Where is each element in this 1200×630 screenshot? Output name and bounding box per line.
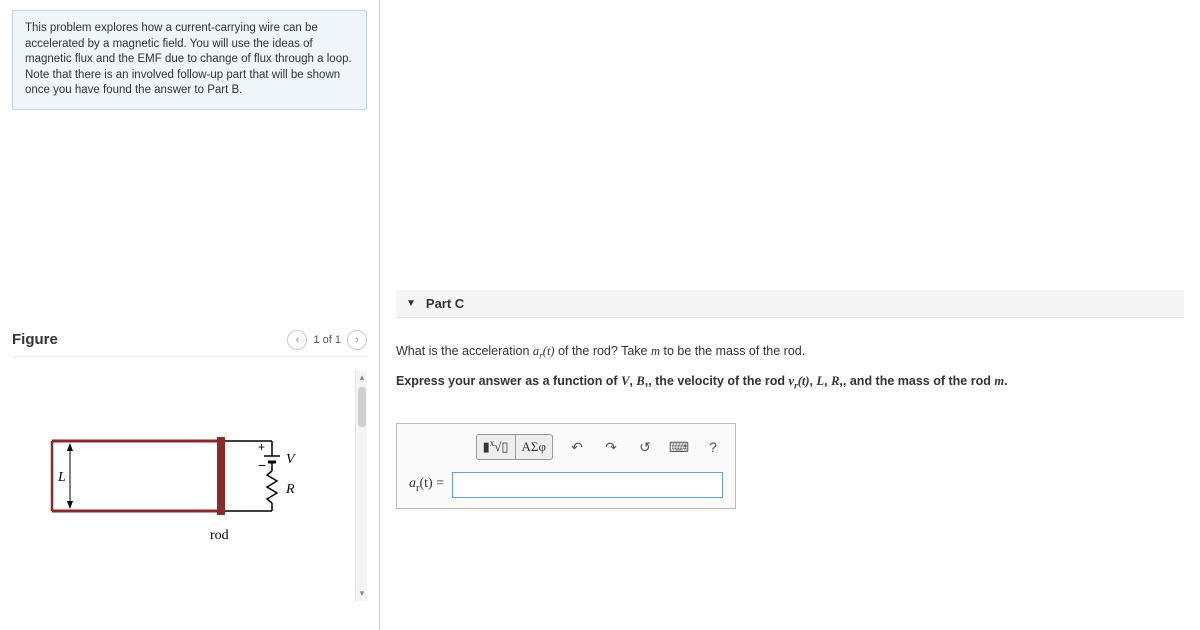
left-pane: This problem explores how a current-carr…	[0, 0, 380, 630]
part-header[interactable]: ▼ Part C	[396, 290, 1184, 318]
scroll-thumb[interactable]	[358, 387, 366, 427]
label-minus: −	[258, 457, 266, 473]
figure-nav: ‹ 1 of 1 ›	[287, 330, 367, 350]
scroll-up-button[interactable]: ▴	[356, 371, 368, 385]
label-rod: rod	[210, 528, 229, 543]
help-button[interactable]: ?	[703, 437, 723, 457]
figure-next-button[interactable]: ›	[347, 330, 367, 350]
question-text: What is the acceleration ar(t) of the ro…	[396, 342, 1184, 364]
figure-counter: 1 of 1	[313, 334, 341, 346]
redo-icon[interactable]: ↷	[601, 437, 621, 457]
label-plus: +	[258, 440, 265, 454]
figure-section: Figure ‹ 1 of 1 ›	[12, 330, 367, 601]
caret-down-icon: ▼	[406, 298, 416, 309]
keyboard-icon[interactable]: ⌨	[669, 437, 689, 457]
answer-input[interactable]	[452, 472, 723, 498]
scroll-down-button[interactable]: ▾	[356, 587, 368, 601]
answer-toolbar: ▮x√▯ ΑΣφ ↶ ↷ ↺ ⌨ ?	[409, 434, 723, 460]
figure-prev-button[interactable]: ‹	[287, 330, 307, 350]
input-label: ar(t) =	[409, 476, 444, 494]
figure-scrollbar[interactable]: ▴ ▾	[355, 371, 367, 601]
undo-icon[interactable]: ↶	[567, 437, 587, 457]
greek-button[interactable]: ΑΣφ	[516, 434, 553, 460]
label-L: L	[57, 470, 66, 485]
part-label: Part C	[426, 296, 464, 311]
instruction-text: Express your answer as a function of V, …	[396, 372, 1184, 394]
label-R: R	[285, 482, 295, 497]
label-V: V	[286, 452, 296, 467]
templates-button[interactable]: ▮x√▯	[476, 434, 516, 460]
answer-box: ▮x√▯ ΑΣφ ↶ ↷ ↺ ⌨ ? ar(t) =	[396, 423, 736, 509]
circuit-diagram: L + − V R rod	[12, 371, 322, 581]
right-pane: ▼ Part C What is the acceleration ar(t) …	[380, 0, 1200, 630]
figure-title: Figure	[12, 331, 58, 348]
reset-icon[interactable]: ↺	[635, 437, 655, 457]
intro-text: This problem explores how a current-carr…	[12, 10, 367, 110]
